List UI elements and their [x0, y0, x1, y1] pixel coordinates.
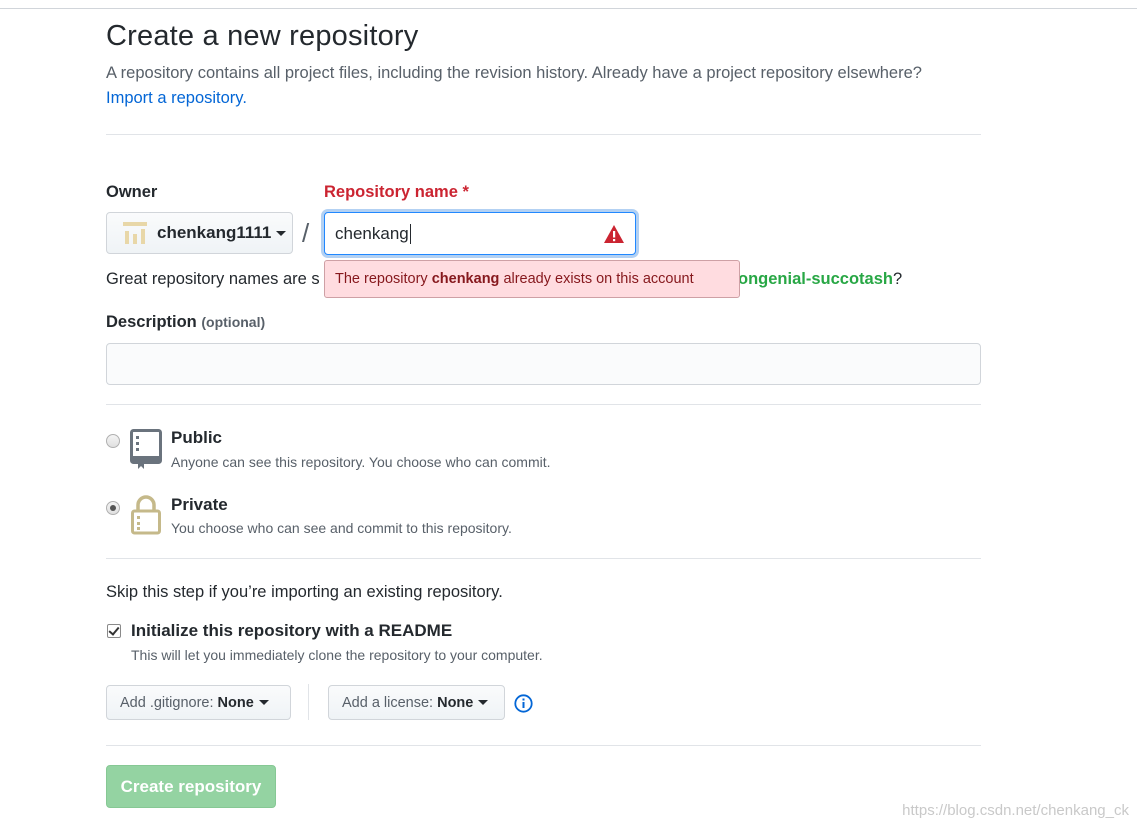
init-readme-checkbox[interactable]	[107, 624, 121, 638]
page-subtitle: A repository contains all project files,…	[106, 64, 922, 82]
description-input[interactable]	[106, 343, 981, 385]
gitignore-select-button[interactable]: Add .gitignore: None	[106, 685, 291, 720]
owner-repo-separator: /	[302, 218, 310, 248]
top-divider	[0, 8, 1137, 9]
lock-icon	[131, 495, 161, 535]
init-readme-note: This will let you immediately clone the …	[131, 647, 543, 663]
private-title: Private	[171, 495, 228, 514]
license-select-button[interactable]: Add a license: None	[328, 685, 505, 720]
repo-book-icon	[130, 429, 162, 469]
select-divider	[308, 684, 309, 720]
repo-name-error-tooltip: The repository chenkang already exists o…	[324, 260, 740, 298]
repo-name-suggestion[interactable]: ongenial-succotash?	[738, 270, 902, 289]
visibility-private-radio[interactable]	[106, 501, 120, 515]
private-note: You choose who can see and commit to thi…	[171, 520, 512, 536]
page-title: Create a new repository	[106, 20, 419, 52]
import-repository-link[interactable]: Import a repository.	[106, 89, 247, 108]
create-repository-button[interactable]: Create repository	[106, 765, 276, 808]
skip-step-note: Skip this step if you’re importing an ex…	[106, 583, 503, 601]
owner-label: Owner	[106, 183, 158, 201]
repo-name-label: Repository name *	[324, 183, 469, 201]
public-title: Public	[171, 428, 223, 447]
required-mark: *	[462, 183, 469, 201]
public-note: Anyone can see this repository. You choo…	[171, 454, 551, 470]
caret-down-icon	[258, 700, 269, 705]
warning-icon	[604, 225, 624, 243]
caret-down-icon	[478, 700, 489, 705]
owner-name: chenkang1111	[157, 223, 272, 242]
error-repo-name: chenkang	[431, 271, 500, 287]
optional-tag: (optional)	[201, 314, 266, 330]
repository-name-value: chenkang	[335, 223, 409, 243]
init-readme-label[interactable]: Initialize this repository with a README	[131, 621, 452, 641]
repository-name-input[interactable]: chenkang	[324, 212, 636, 255]
info-icon[interactable]	[514, 694, 533, 713]
watermark: https://blog.csdn.net/chenkang_ck	[902, 802, 1129, 819]
visibility-public-radio[interactable]	[106, 434, 120, 448]
text-cursor	[409, 223, 411, 244]
section-divider	[106, 745, 981, 746]
owner-select-button[interactable]: chenkang1111	[106, 212, 293, 254]
section-divider	[106, 134, 981, 135]
owner-avatar-icon	[123, 222, 147, 244]
section-divider	[106, 404, 981, 405]
section-divider	[106, 558, 981, 559]
description-label: Description (optional)	[106, 313, 266, 331]
repo-name-hint: Great repository names are s	[106, 270, 320, 288]
caret-down-icon	[276, 230, 287, 236]
